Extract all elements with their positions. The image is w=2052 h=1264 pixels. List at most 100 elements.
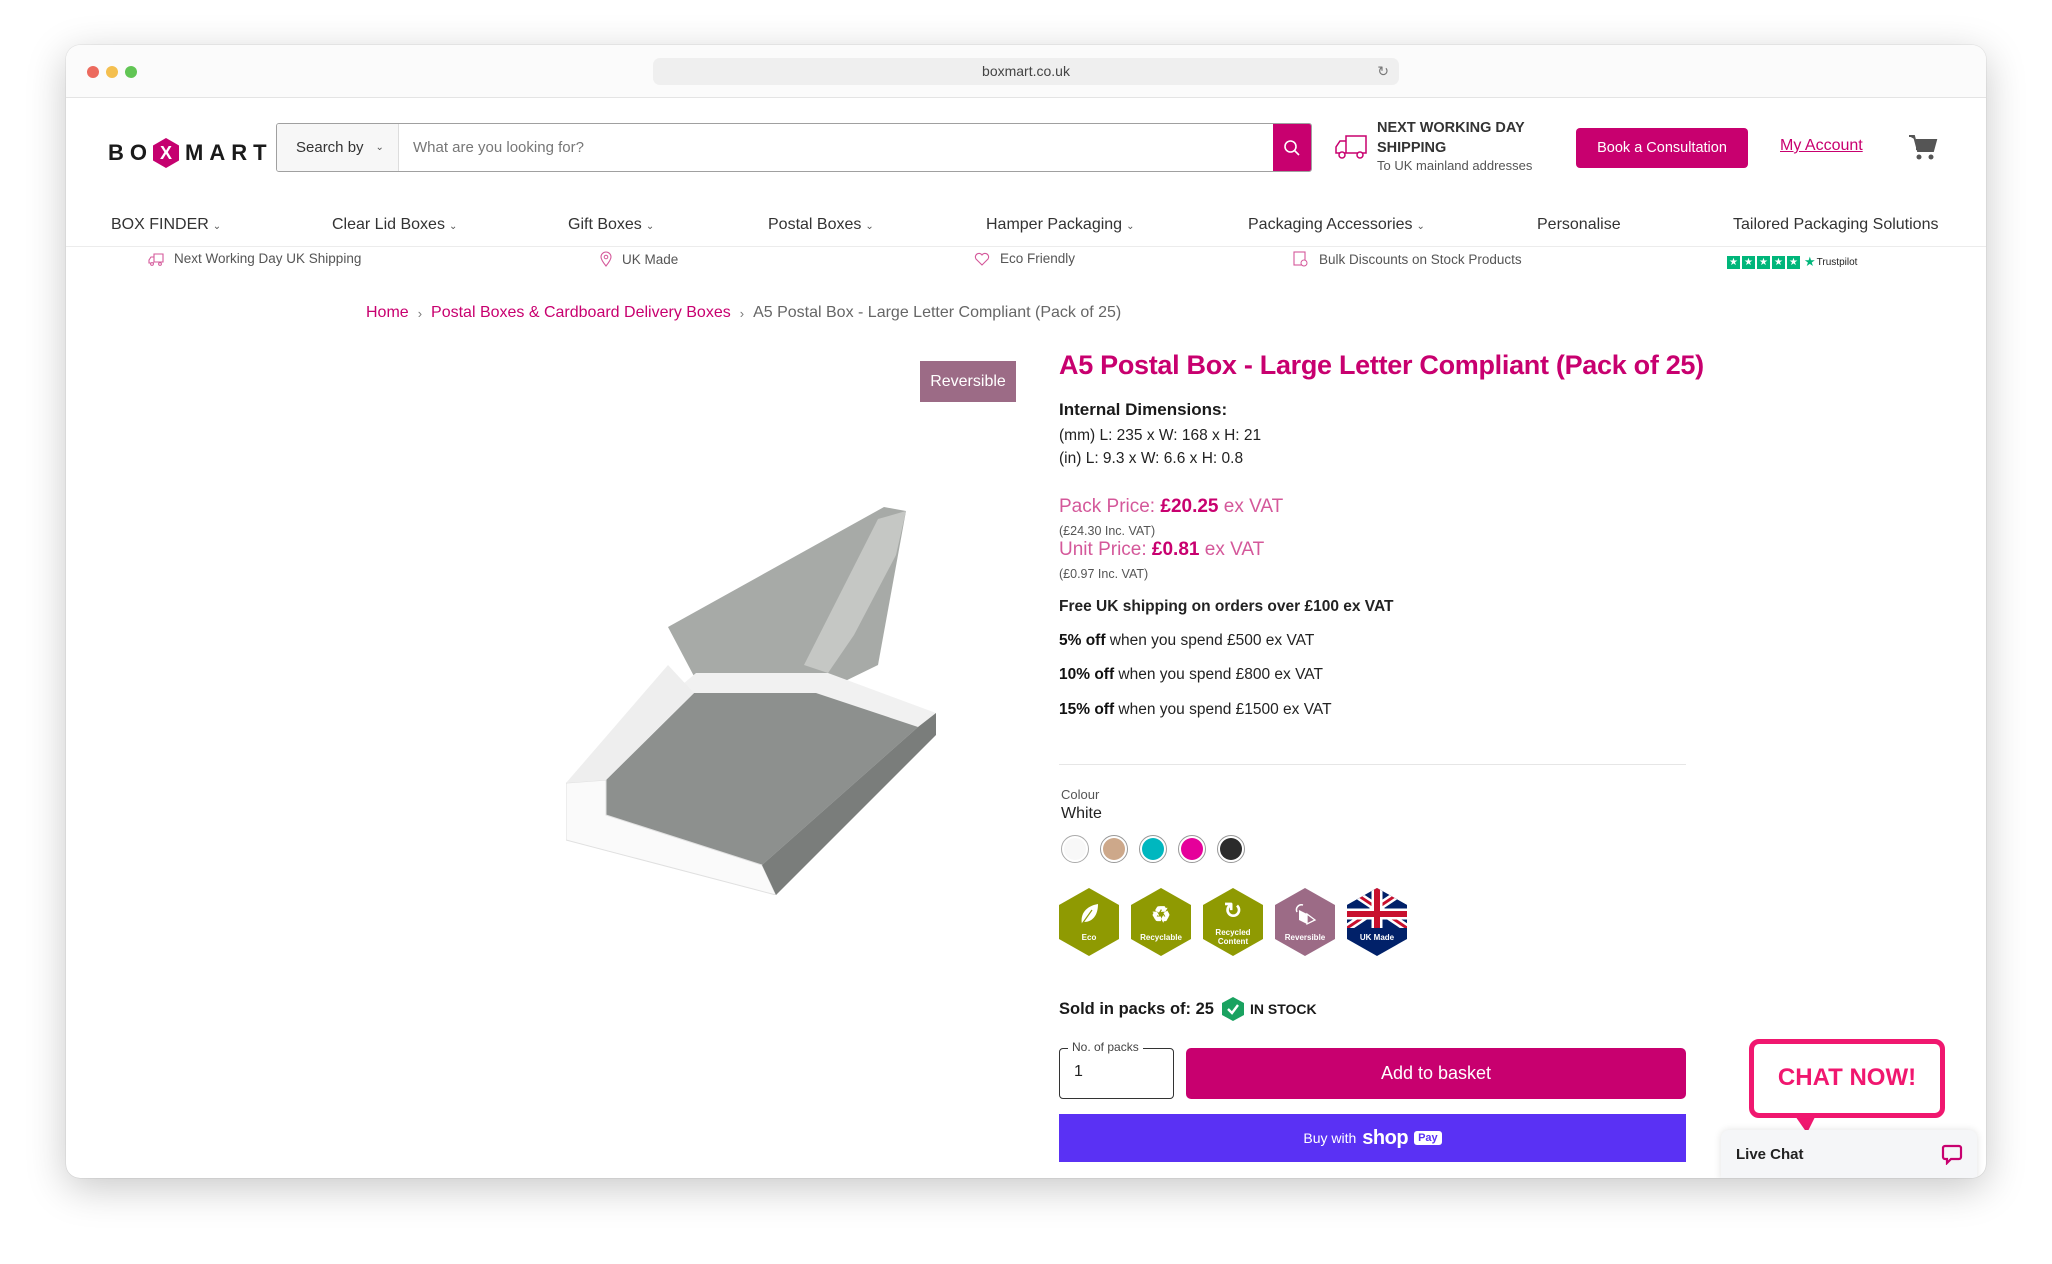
minimize-window-button[interactable]	[106, 66, 118, 78]
unit-price-suffix: ex VAT	[1199, 539, 1265, 560]
live-chat-bar[interactable]: Live Chat	[1721, 1130, 1977, 1178]
badge-label: UK Made	[1359, 933, 1395, 942]
usp-bulk-discounts: Bulk Discounts on Stock Products	[1293, 251, 1522, 267]
truck-icon	[1335, 135, 1367, 159]
unit-price-value: £0.81	[1151, 539, 1200, 560]
pack-price: Pack Price: £20.25 ex VAT	[1059, 496, 1283, 518]
trustpilot-logo: ★ Trustpilot	[1804, 254, 1857, 270]
discount-tier: 5% off when you spend £500 ex VAT	[1059, 632, 1314, 650]
swatch-black[interactable]	[1217, 835, 1245, 863]
book-consultation-button[interactable]: Book a Consultation	[1576, 128, 1748, 168]
search-bar: Search by ⌄	[276, 123, 1312, 172]
recycled-content-icon: ↻	[1223, 898, 1243, 923]
nav-personalise[interactable]: Personalise	[1537, 216, 1621, 234]
discount-condition: when you spend £500 ex VAT	[1105, 632, 1315, 649]
pack-price-suffix: ex VAT	[1218, 496, 1284, 517]
swatch-white[interactable]	[1061, 835, 1089, 863]
nav-label: Tailored Packaging Solutions	[1733, 216, 1939, 233]
check-shield-icon	[1221, 997, 1244, 1021]
swatch-fill	[1142, 838, 1164, 860]
chevron-down-icon: ⌄	[865, 221, 874, 232]
stock-status-label: IN STOCK	[1249, 1001, 1317, 1017]
trustpilot-star-icon: ★	[1804, 254, 1816, 269]
swatch-fill	[1220, 838, 1242, 860]
maximize-window-button[interactable]	[125, 66, 137, 78]
reload-icon[interactable]: ↻	[1377, 58, 1389, 85]
unit-price-label: Unit Price:	[1059, 539, 1152, 560]
packs-label: Sold in packs of: 25	[1059, 999, 1214, 1018]
discount-condition: when you spend £800 ex VAT	[1114, 666, 1323, 683]
chevron-right-icon: ›	[417, 306, 423, 321]
search-by-dropdown[interactable]: Search by ⌄	[277, 124, 399, 171]
heart-icon	[974, 252, 990, 266]
nav-label: Clear Lid Boxes	[332, 216, 445, 233]
product-image[interactable]	[566, 495, 956, 895]
logo-text-right: MART	[185, 140, 273, 165]
swatch-kraft[interactable]	[1100, 835, 1128, 863]
quantity-legend: No. of packs	[1068, 1040, 1143, 1054]
colour-label: Colour	[1061, 787, 1100, 802]
discount-condition: when you spend £1500 ex VAT	[1114, 701, 1332, 718]
chat-now-bubble[interactable]: CHAT NOW!	[1749, 1039, 1945, 1118]
search-input[interactable]	[399, 124, 1273, 171]
chat-icon	[1941, 1144, 1963, 1165]
star-icon: ★	[1727, 255, 1740, 269]
recycle-icon: ♻	[1151, 902, 1171, 927]
swatch-fill	[1181, 838, 1203, 860]
my-account-link[interactable]: My Account	[1780, 137, 1863, 155]
nav-gift-boxes[interactable]: Gift Boxes ⌄	[568, 216, 654, 234]
main-nav: BOX FINDER ⌄ Clear Lid Boxes ⌄ Gift Boxes ⌄…	[66, 207, 1986, 247]
swatch-fill	[1103, 838, 1125, 860]
pack-price-value: £20.25	[1160, 496, 1219, 517]
trustpilot-rating[interactable]: ★ ★ ★ ★ ★ ★ Trustpilot	[1727, 254, 1857, 270]
breadcrumb-home[interactable]: Home	[366, 304, 409, 324]
colour-value: White	[1061, 805, 1102, 822]
usp-label: Next Working Day UK Shipping	[174, 251, 362, 266]
close-window-button[interactable]	[87, 66, 99, 78]
search-by-label: Search by	[296, 139, 364, 156]
star-icon: ★	[1772, 255, 1785, 269]
discount-amount: 15% off	[1059, 701, 1115, 718]
quantity-input[interactable]	[1074, 1063, 1154, 1081]
search-button[interactable]	[1273, 124, 1311, 171]
recycled-content-badge: ↻ Recycled Content	[1203, 888, 1263, 956]
add-to-basket-button[interactable]: Add to basket	[1186, 1048, 1686, 1099]
boxmart-logo[interactable]: BO X MART	[108, 131, 273, 175]
recyclable-badge: ♻ Recyclable	[1131, 888, 1191, 956]
union-jack-icon	[1347, 888, 1407, 928]
nav-box-finder[interactable]: BOX FINDER ⌄	[111, 216, 221, 234]
logo-text-left: BO	[108, 140, 153, 165]
pay-logo: Pay	[1414, 1131, 1442, 1145]
chevron-down-icon: ⌄	[375, 142, 384, 153]
stock-status: IN STOCK	[1221, 997, 1317, 1021]
breadcrumb-postal-boxes[interactable]: Postal Boxes & Cardboard Delivery Boxes	[431, 304, 731, 324]
logo-hexagon-icon: X	[153, 138, 179, 168]
star-icon: ★	[1787, 255, 1800, 269]
trustpilot-stars: ★ ★ ★ ★ ★	[1727, 255, 1800, 269]
truck-icon	[148, 252, 164, 266]
feature-badges: Eco ♻ Recyclable ↻ Recycled Content Reve…	[1059, 888, 1407, 956]
unit-price-inc-vat: (£0.97 Inc. VAT)	[1059, 567, 1149, 581]
shoppay-prefix: Buy with	[1303, 1130, 1357, 1146]
shop-pay-button[interactable]: Buy with shop Pay	[1059, 1114, 1686, 1162]
address-bar[interactable]: boxmart.co.uk ↻	[653, 58, 1399, 85]
leaf-icon	[1059, 902, 1119, 932]
dimensions-in: (in) L: 9.3 x W: 6.6 x H: 0.8	[1059, 450, 1244, 467]
badge-label: Eco	[1081, 933, 1097, 942]
chevron-down-icon: ⌄	[645, 221, 655, 232]
discount-tag-icon	[1293, 251, 1308, 267]
cart-icon[interactable]	[1908, 133, 1938, 161]
reversible-badge: Reversible	[920, 361, 1016, 402]
browser-window: boxmart.co.uk ↻ BOXMART Search by ⌄ NEXT…	[66, 45, 1986, 1178]
swatch-pink[interactable]	[1178, 835, 1206, 863]
nav-clear-lid-boxes[interactable]: Clear Lid Boxes ⌄	[332, 216, 457, 234]
badge-label: Reversible	[1284, 933, 1326, 942]
product-title: A5 Postal Box - Large Letter Compliant (…	[1059, 350, 1704, 380]
nav-postal-boxes[interactable]: Postal Boxes ⌄	[768, 216, 874, 234]
nav-packaging-accessories[interactable]: Packaging Accessories ⌄	[1248, 216, 1425, 234]
nav-hamper-packaging[interactable]: Hamper Packaging ⌄	[986, 216, 1134, 234]
swatch-teal[interactable]	[1139, 835, 1167, 863]
nav-tailored-packaging[interactable]: Tailored Packaging Solutions	[1733, 216, 1938, 234]
free-shipping-note: Free UK shipping on orders over £100 ex …	[1059, 598, 1394, 615]
discount-tier: 10% off when you spend £800 ex VAT	[1059, 666, 1323, 684]
